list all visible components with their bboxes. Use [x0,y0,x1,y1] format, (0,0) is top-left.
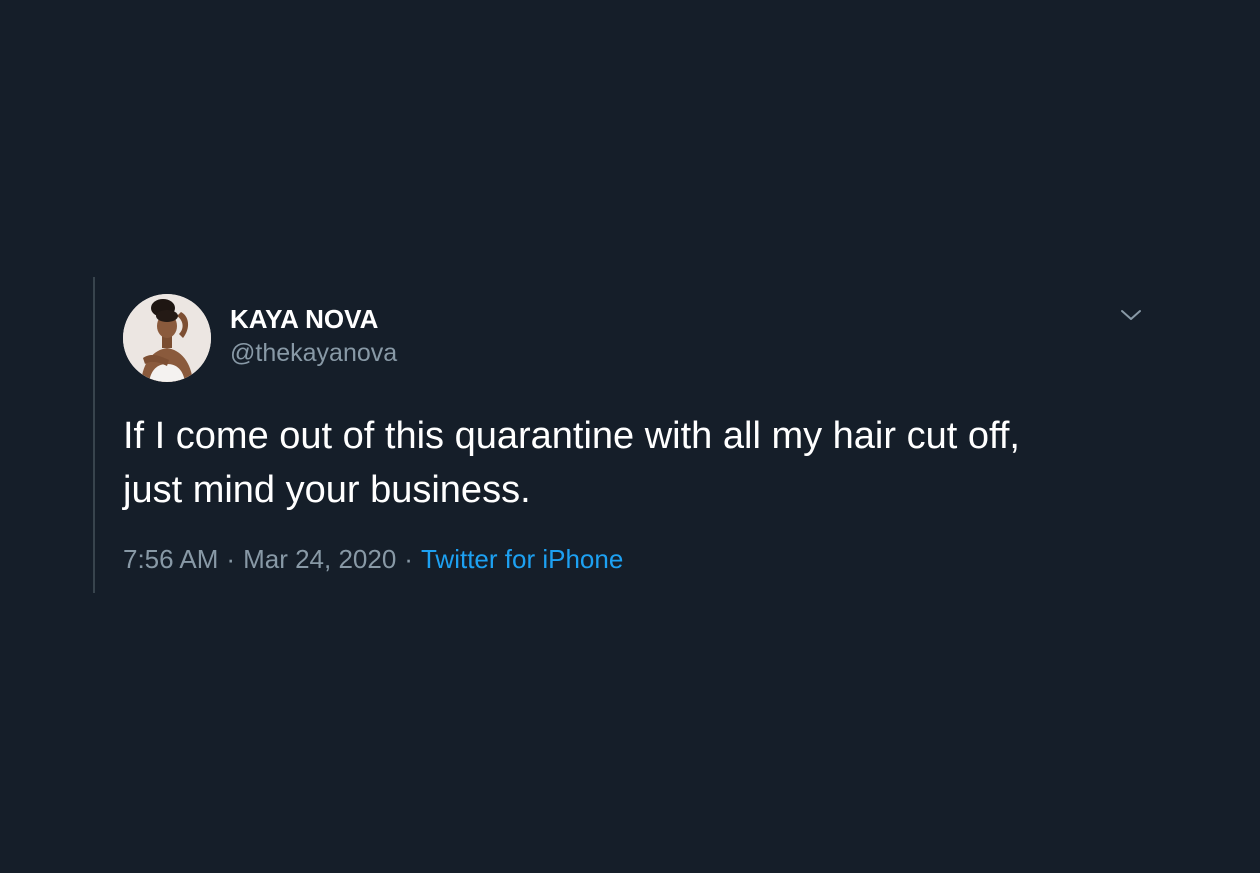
display-name[interactable]: KAYA NOVA [230,303,378,335]
user-handle[interactable]: @thekayanova [230,338,397,368]
tweet-meta: 7:56 AM · Mar 24, 2020 · Twitter for iPhone [123,543,623,575]
tweet-date[interactable]: Mar 24, 2020 [243,544,396,574]
avatar[interactable] [123,294,211,382]
tweet-source-link[interactable]: Twitter for iPhone [421,544,623,574]
separator: · [226,544,236,574]
tweet-text: If I come out of this quarantine with al… [123,409,1143,517]
chevron-down-icon [1121,310,1141,320]
tweet-text-line: just mind your business. [123,469,531,511]
tweet-text-line: If I come out of this quarantine with al… [123,415,1020,457]
tweet-card: KAYA NOVA @thekayanova If I come out of … [93,277,1175,593]
tweet-time[interactable]: 7:56 AM [123,544,218,574]
separator: · [404,544,413,574]
tweet-menu-button[interactable] [1119,305,1143,325]
profile-photo-icon [123,294,211,382]
